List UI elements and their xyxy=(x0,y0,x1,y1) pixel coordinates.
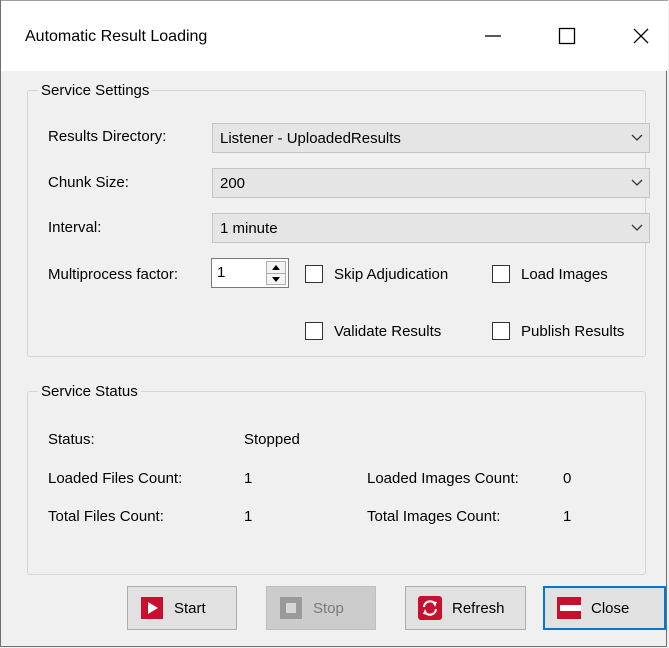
window-title: Automatic Result Loading xyxy=(25,28,208,45)
refresh-icon xyxy=(418,596,442,620)
minimize-button[interactable] xyxy=(467,1,519,71)
skip-adjudication-checkbox[interactable] xyxy=(305,265,323,283)
stop-button-label: Stop xyxy=(313,599,344,617)
service-status-legend: Service Status xyxy=(41,383,138,400)
chunk-size-select[interactable]: 200 xyxy=(212,168,650,198)
total-images-count-label: Total Images Count: xyxy=(367,508,501,525)
multiprocess-factor-value: 1 xyxy=(217,264,226,281)
chunk-size-value: 200 xyxy=(220,175,246,192)
close-button[interactable]: Close xyxy=(543,586,666,630)
results-directory-select[interactable]: Listener - UploadedResults xyxy=(212,123,650,153)
load-images-checkbox[interactable] xyxy=(492,265,510,283)
start-button[interactable]: Start xyxy=(127,586,237,630)
close-window-button[interactable] xyxy=(615,1,667,71)
total-images-count-value: 1 xyxy=(563,508,572,525)
interval-label: Interval: xyxy=(48,219,102,236)
status-label: Status: xyxy=(48,431,95,448)
close-button-label: Close xyxy=(591,599,630,617)
refresh-button-label: Refresh xyxy=(452,599,505,617)
maximize-icon xyxy=(558,27,576,45)
play-icon xyxy=(140,596,164,620)
stop-button[interactable]: Stop xyxy=(266,586,376,630)
status-value: Stopped xyxy=(244,431,300,448)
validate-results-label[interactable]: Validate Results xyxy=(334,323,441,340)
dialog-window: Automatic Result Loading Service Setting… xyxy=(0,0,668,647)
stepper-buttons xyxy=(266,261,286,285)
loaded-images-count-label: Loaded Images Count: xyxy=(367,470,519,487)
publish-results-label[interactable]: Publish Results xyxy=(521,323,624,340)
close-icon xyxy=(633,28,649,44)
interval-value: 1 minute xyxy=(220,220,278,237)
validate-results-checkbox[interactable] xyxy=(305,322,323,340)
arrow-up-icon xyxy=(272,265,280,270)
loaded-files-count-label: Loaded Files Count: xyxy=(48,470,183,487)
loaded-images-count-value: 0 xyxy=(563,470,572,487)
skip-adjudication-label[interactable]: Skip Adjudication xyxy=(334,266,448,283)
multiprocess-factor-label: Multiprocess factor: xyxy=(48,266,179,283)
total-files-count-value: 1 xyxy=(244,508,253,525)
results-directory-value: Listener - UploadedResults xyxy=(220,130,401,147)
start-button-label: Start xyxy=(174,599,206,617)
chevron-down-icon xyxy=(631,179,643,186)
decrement-button[interactable] xyxy=(267,273,285,285)
chevron-down-icon xyxy=(631,134,643,141)
maximize-button[interactable] xyxy=(541,1,593,71)
multiprocess-factor-stepper[interactable]: 1 xyxy=(211,258,289,288)
load-images-label[interactable]: Load Images xyxy=(521,266,608,283)
loaded-files-count-value: 1 xyxy=(244,470,253,487)
total-files-count-label: Total Files Count: xyxy=(48,508,164,525)
arrow-down-icon xyxy=(272,277,280,282)
minimize-icon xyxy=(485,35,501,37)
results-directory-label: Results Directory: xyxy=(48,128,167,145)
chevron-down-icon xyxy=(631,224,643,231)
chunk-size-label: Chunk Size: xyxy=(48,174,129,191)
stop-icon xyxy=(279,596,303,620)
title-bar[interactable]: Automatic Result Loading xyxy=(1,0,668,71)
publish-results-checkbox[interactable] xyxy=(492,322,510,340)
interval-select[interactable]: 1 minute xyxy=(212,213,650,243)
service-settings-legend: Service Settings xyxy=(41,82,150,99)
close-dialog-icon xyxy=(557,596,581,620)
refresh-button[interactable]: Refresh xyxy=(405,586,526,630)
increment-button[interactable] xyxy=(267,262,285,273)
